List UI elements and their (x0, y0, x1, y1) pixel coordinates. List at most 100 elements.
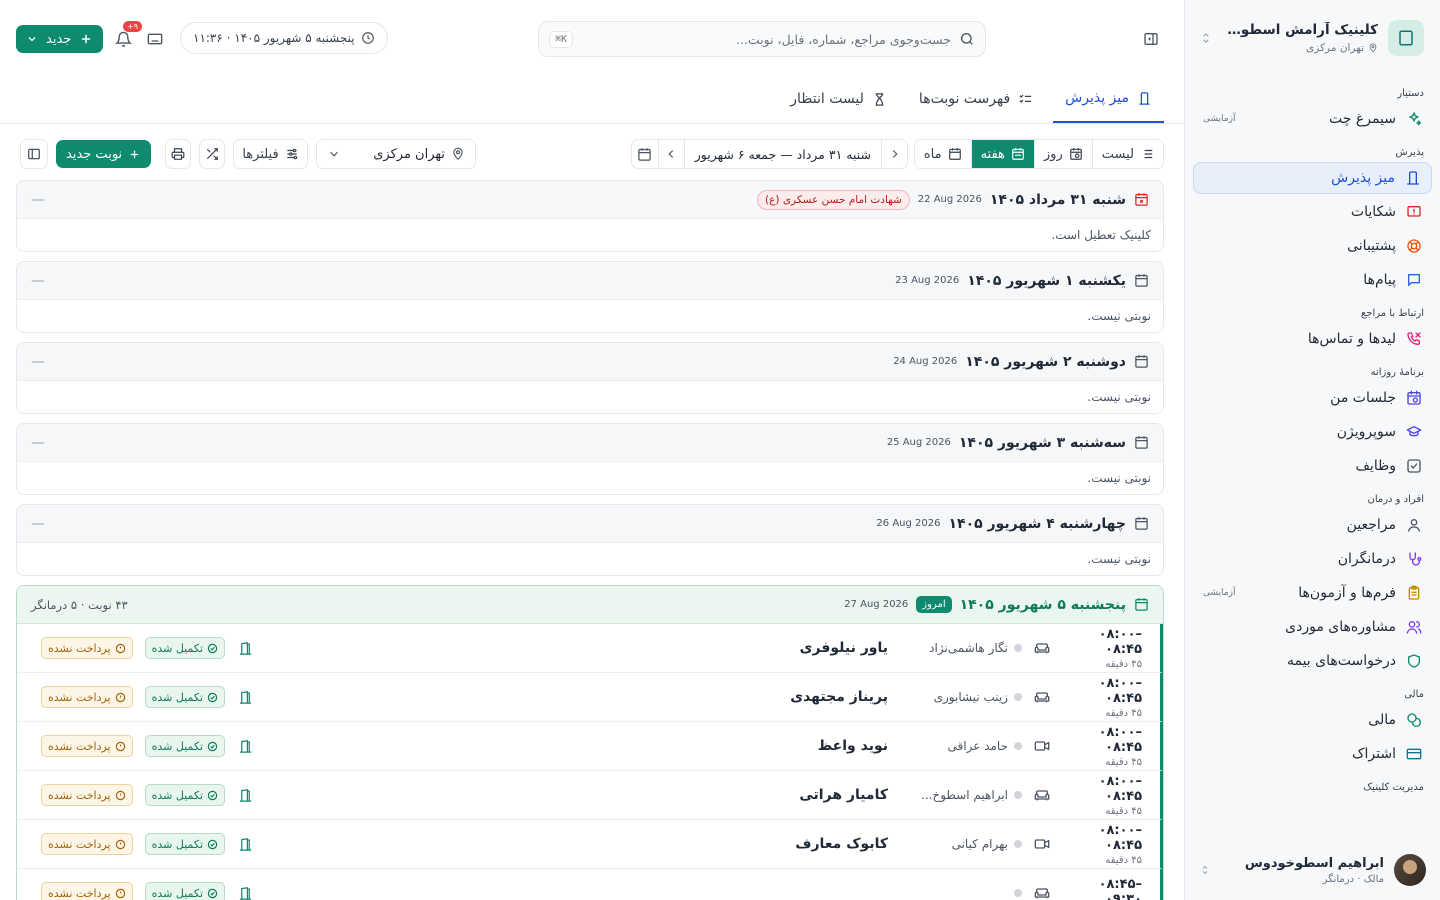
chevrons-updown-icon[interactable] (1199, 864, 1211, 876)
prev-range-button[interactable] (881, 140, 907, 168)
door-icon[interactable] (225, 739, 265, 754)
sidebar-item[interactable]: پشتیبانی (1193, 230, 1432, 262)
status-badge[interactable]: تکمیل شده (144, 833, 226, 855)
chevrons-updown-icon[interactable] (1199, 31, 1213, 45)
view-week-button[interactable]: هفته (970, 140, 1034, 168)
user-icon (1408, 519, 1420, 532)
appointment-row[interactable]: ۰۸:۴۵–۰۹:۳۰ تکمیل شده پرداخت نشده (17, 869, 1163, 900)
notifications-button[interactable]: ۹+ (108, 21, 142, 54)
view-list-button[interactable]: لیست (1091, 140, 1163, 168)
tab-appointment-list[interactable]: فهرست نوبت‌ها (907, 75, 1045, 123)
therapist-name: ابراهیم اسطوخ... (921, 788, 1008, 802)
collapse-icon[interactable]: — (31, 354, 45, 370)
therapist-name: بهرام کیانی (951, 837, 1008, 851)
collapse-icon[interactable]: — (31, 273, 45, 289)
day-header[interactable]: پنجشنبه ۵ شهریور ۱۴۰۵ امروز 27 Aug 2026 … (17, 586, 1163, 624)
payment-badge[interactable]: پرداخت نشده (41, 637, 133, 659)
date-picker-button[interactable] (632, 140, 658, 168)
print-button[interactable] (165, 139, 191, 169)
view-day-button[interactable]: روز (1033, 140, 1092, 168)
tab-reception-desk[interactable]: میز پذیرش (1053, 75, 1164, 123)
sidebar-item-label: شکایات (1350, 204, 1396, 220)
filters-button[interactable]: فیلترها (233, 139, 308, 169)
collapse-icon[interactable]: — (31, 435, 45, 451)
day-header[interactable]: دوشنبه ۲ شهریور ۱۴۰۵ 24 Aug 2026 — (17, 343, 1163, 381)
panel-toggle-button[interactable] (20, 139, 48, 169)
new-appointment-button[interactable]: نوبت جدید (56, 140, 152, 168)
chevron-down-icon (28, 37, 36, 42)
day-header[interactable]: سه‌شنبه ۳ شهریور ۱۴۰۵ 25 Aug 2026 — (17, 424, 1163, 462)
appointment-row[interactable]: ۰۸:۰۰–۰۸:۴۵ ۴۵ دقیقه حامد عراقی نوید واع… (17, 722, 1163, 771)
search-input[interactable]: جست‌وجوی مراجع، شماره، فایل، نوبت... ⌘K (538, 21, 986, 57)
sidebar-item[interactable]: لیدها و تماس‌ها (1193, 323, 1432, 355)
sidebar-item[interactable]: مالی (1193, 704, 1432, 736)
day-empty-message: نوبتی نیست. (1087, 552, 1151, 566)
shuffle-button[interactable] (199, 139, 225, 169)
patient-name[interactable]: پریناز مجتهدی (265, 689, 894, 705)
new-button[interactable]: جدید (16, 25, 104, 53)
payment-badge[interactable]: پرداخت نشده (41, 735, 133, 757)
door-icon[interactable] (225, 886, 265, 900)
sidebar-item[interactable]: شکایات (1193, 196, 1432, 228)
beta-badge: آزمایشی (1203, 588, 1236, 598)
status-badge[interactable]: تکمیل شده (144, 735, 226, 757)
door-icon[interactable] (225, 641, 265, 656)
alert-circle-icon (115, 692, 125, 702)
status-badge[interactable]: تکمیل شده (144, 637, 226, 659)
sidebar-item[interactable]: وظایف (1193, 450, 1432, 482)
door-icon[interactable] (225, 788, 265, 803)
sidebar-item[interactable]: جلسات من (1193, 382, 1432, 414)
status-badge[interactable]: تکمیل شده (144, 686, 226, 708)
search-shortcut: ⌘K (549, 30, 574, 48)
door-icon[interactable] (225, 690, 265, 705)
keyboard-icon[interactable] (140, 24, 170, 54)
payment-badge[interactable]: پرداخت نشده (41, 784, 133, 806)
gregorian-date: 23 Aug 2026 (895, 275, 960, 286)
checkbox-icon (1407, 459, 1421, 473)
door-icon[interactable] (225, 837, 265, 852)
sidebar-item[interactable]: درمانگران (1193, 543, 1432, 575)
user-menu[interactable]: ابراهیم اسطوخودوس مالک · درمانگر (1185, 854, 1440, 886)
collapse-icon[interactable]: — (31, 516, 45, 532)
patient-name[interactable]: کامیار هراتی (265, 787, 894, 803)
sidebar-item[interactable]: پیام‌ها (1193, 264, 1432, 296)
clinic-switcher[interactable]: کلینیک آرامش اسطوخو... تهران مرکزی (1185, 0, 1440, 76)
panel-icon (28, 148, 40, 160)
list-check-icon (1019, 94, 1032, 103)
sidebar-item[interactable]: سوپرویژن (1193, 416, 1432, 448)
payment-badge[interactable]: پرداخت نشده (41, 686, 133, 708)
collapse-icon[interactable]: — (31, 192, 45, 208)
alert-circle-icon (115, 643, 125, 653)
next-range-button[interactable] (657, 140, 684, 168)
sidebar-item[interactable]: مشاوره‌های موردی (1193, 611, 1432, 643)
patient-name[interactable]: کابوک معارف (265, 836, 894, 852)
status-badge[interactable]: تکمیل شده (144, 784, 226, 806)
sidebar-item[interactable]: فرم‌ها و آزمون‌ها آزمایشی (1193, 577, 1432, 609)
sidebar-item[interactable]: درخواست‌های بیمه (1193, 645, 1432, 677)
view-month-button[interactable]: ماه (914, 140, 971, 168)
sidebar-item[interactable]: سیمرغ چت آزمایشی (1193, 103, 1432, 135)
sidebar-toggle-icon[interactable] (1136, 24, 1166, 54)
branch-select[interactable]: تهران مرکزی (316, 139, 476, 169)
patient-name[interactable]: یاور نیلوفری (265, 640, 894, 656)
desk-icon (1139, 91, 1150, 105)
sidebar-item[interactable]: اشتراک (1193, 738, 1432, 770)
appointment-row[interactable]: ۰۸:۰۰–۰۸:۴۵ ۴۵ دقیقه بهرام کیانی کابوک م… (17, 820, 1163, 869)
appointment-row[interactable]: ۰۸:۰۰–۰۸:۴۵ ۴۵ دقیقه نگار هاشمی‌نژاد یاو… (17, 624, 1163, 673)
users-icon (1406, 621, 1422, 634)
clipboard-icon (1408, 585, 1420, 600)
day-header[interactable]: یکشنبه ۱ شهریور ۱۴۰۵ 23 Aug 2026 — (17, 262, 1163, 300)
appointment-row[interactable]: ۰۸:۰۰–۰۸:۴۵ ۴۵ دقیقه ابراهیم اسطوخ... کا… (17, 771, 1163, 820)
day-header[interactable]: چهارشنبه ۴ شهریور ۱۴۰۵ 26 Aug 2026 — (17, 505, 1163, 543)
sidebar-item[interactable]: میز پذیرش (1193, 162, 1432, 194)
sidebar-item[interactable]: مراجعین (1193, 509, 1432, 541)
payment-badge[interactable]: پرداخت نشده (41, 833, 133, 855)
clinic-location: تهران مرکزی (1306, 42, 1364, 54)
payment-badge[interactable]: پرداخت نشده (41, 882, 133, 900)
patient-name[interactable]: نوید واعظ (265, 738, 894, 754)
status-badge[interactable]: تکمیل شده (144, 882, 226, 900)
appointment-row[interactable]: ۰۸:۰۰–۰۸:۴۵ ۴۵ دقیقه زینب نیشابوری پرینا… (17, 673, 1163, 722)
day-header[interactable]: شنبه ۳۱ مرداد ۱۴۰۵ 22 Aug 2026 شهادت اما… (17, 181, 1163, 219)
tab-waiting-list[interactable]: لیست انتظار (778, 75, 899, 123)
plus-icon (82, 34, 91, 44)
